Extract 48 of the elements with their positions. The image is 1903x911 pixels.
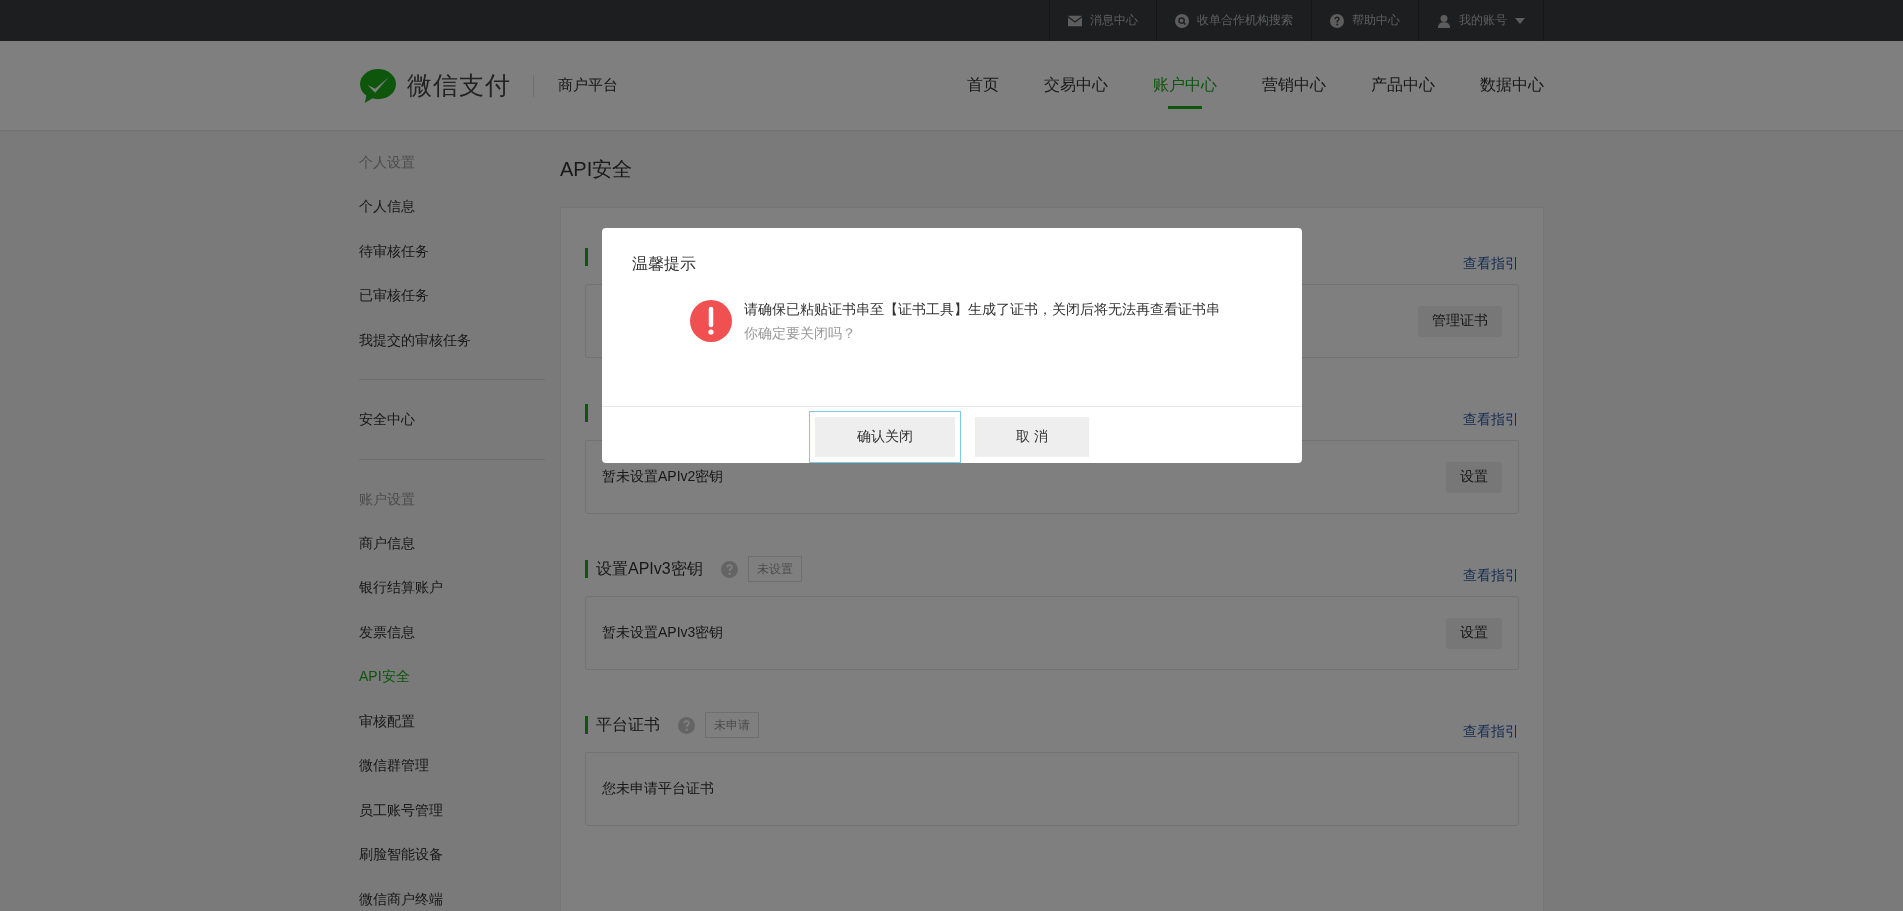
sidebar-item[interactable]: 安全中心	[359, 397, 545, 442]
help-icon[interactable]	[678, 716, 695, 734]
search-icon	[1175, 13, 1189, 28]
nav-tab[interactable]: 交易中心	[1044, 41, 1108, 130]
dialog-button[interactable]: 确认关闭	[809, 411, 961, 463]
nav-tab[interactable]: 账户中心	[1153, 41, 1217, 130]
guide-link[interactable]: 查看指引	[1463, 566, 1519, 584]
sidebar-item[interactable]: 银行结算账户	[359, 565, 545, 610]
mail-icon	[1068, 13, 1082, 28]
page-title: API安全	[560, 157, 634, 182]
dialog-title: 温馨提示	[631, 254, 697, 274]
guide-link[interactable]: 查看指引	[1463, 410, 1519, 428]
sidebar-item[interactable]: 待审核任务	[359, 228, 545, 273]
nav-tab[interactable]: 数据中心	[1480, 41, 1544, 130]
dialog-message: 请确保已粘贴证书串至【证书工具】生成了证书，关闭后将无法再查看证书串	[744, 301, 1220, 320]
sidebar-item[interactable]: 员工账号管理	[359, 787, 545, 832]
platform-name: 商户平台	[558, 76, 618, 95]
section-title: 平台证书	[596, 716, 660, 734]
sidebar-item[interactable]: 个人信息	[359, 184, 545, 229]
sidebar-item[interactable]: 微信群管理	[359, 743, 545, 788]
status-text: 您未申请平台证书	[602, 780, 714, 798]
sidebar-item[interactable]: 刷脸智能设备	[359, 832, 545, 877]
sidebar-item[interactable]: 商户信息	[359, 520, 545, 565]
logo-text: 微信支付	[407, 70, 511, 101]
guide-link[interactable]: 查看指引	[1463, 722, 1519, 740]
action-button[interactable]: 管理证书	[1418, 305, 1502, 337]
action-button[interactable]: 设置	[1446, 461, 1502, 493]
action-button[interactable]: 设置	[1446, 617, 1502, 649]
section-title: 设置APIv3密钥	[596, 560, 703, 578]
guide-link[interactable]: 查看指引	[1463, 254, 1519, 272]
sidebar-item[interactable]: API安全	[359, 654, 545, 699]
status-text: 暂未设置APIv3密钥	[602, 624, 724, 642]
sidebar-item[interactable]: 发票信息	[359, 609, 545, 654]
sidebar-item[interactable]: 审核配置	[359, 698, 545, 743]
nav-tab[interactable]: 营销中心	[1262, 41, 1326, 130]
status-text: 暂未设置APIv2密钥	[602, 468, 724, 486]
chat-bubble-check-icon	[359, 67, 397, 104]
help-icon	[1330, 13, 1344, 28]
nav-tab[interactable]: 产品中心	[1371, 41, 1435, 130]
nav-tab[interactable]: 首页	[967, 41, 999, 130]
dialog-note: 你确定要关闭吗？	[744, 325, 857, 344]
sidebar-item[interactable]: 已审核任务	[359, 273, 545, 318]
sidebar-item[interactable]: 微信商户终端	[359, 876, 545, 911]
warning-icon	[690, 300, 732, 343]
sidebar-item[interactable]: 我提交的审核任务	[359, 317, 545, 362]
caret-icon	[1515, 17, 1525, 24]
help-icon[interactable]	[720, 560, 738, 578]
user-icon	[1437, 13, 1451, 28]
